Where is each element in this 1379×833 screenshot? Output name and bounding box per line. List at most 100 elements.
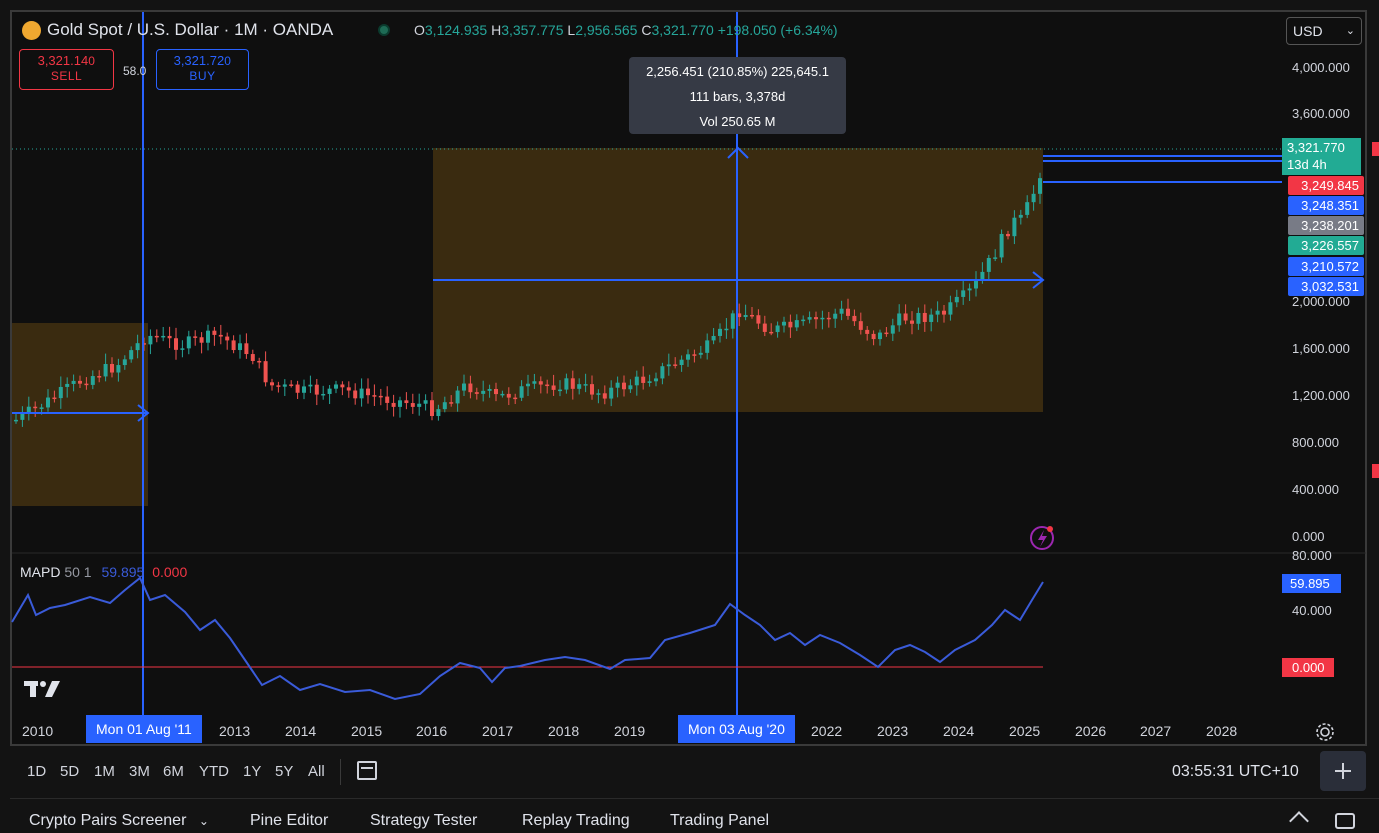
- candle-body: [385, 396, 390, 403]
- tab-pine-editor[interactable]: Pine Editor: [250, 812, 328, 830]
- candle-body: [340, 384, 345, 388]
- time-axis-label: 2025: [1009, 723, 1041, 739]
- range-button-3m[interactable]: 3M: [129, 763, 150, 780]
- candle-body: [97, 376, 102, 378]
- candle-body: [686, 354, 690, 360]
- measure-box-left[interactable]: [12, 323, 148, 506]
- candle-body: [212, 330, 217, 335]
- candle-body: [122, 359, 127, 366]
- time-axis-label: 2028: [1206, 723, 1238, 739]
- candle-body: [506, 393, 511, 398]
- candle-body: [270, 382, 274, 386]
- candle-body: [794, 320, 799, 328]
- range-button-5d[interactable]: 5D: [60, 763, 79, 780]
- range-button-1d[interactable]: 1D: [27, 763, 46, 780]
- candle-body: [929, 314, 934, 322]
- buy-label: BUY: [189, 69, 216, 83]
- crosshair-icon[interactable]: [1320, 751, 1366, 791]
- candle-body: [698, 352, 703, 355]
- sell-button[interactable]: 3,321.140 SELL: [19, 49, 114, 90]
- order-lines[interactable]: [1043, 155, 1282, 183]
- candle-body: [46, 397, 50, 408]
- candle-body: [468, 383, 473, 393]
- candle-body: [494, 388, 498, 395]
- candle-body: [999, 233, 1004, 258]
- candle-body: [673, 364, 678, 366]
- price-axis-label: 400.000: [1292, 482, 1339, 497]
- candle-body: [609, 387, 614, 399]
- alert-marker[interactable]: [1372, 464, 1379, 478]
- candle-body: [481, 390, 486, 394]
- mapd-zero-label: 0.000: [1282, 658, 1334, 677]
- alert-marker[interactable]: [1372, 142, 1379, 156]
- tab-replay-trading[interactable]: Replay Trading: [522, 812, 630, 830]
- tab-crypto-pairs-screener[interactable]: Crypto Pairs Screener ⌄: [29, 812, 209, 830]
- range-button-all[interactable]: All: [308, 763, 325, 780]
- candle-body: [743, 314, 748, 318]
- candle-body: [1025, 202, 1030, 215]
- candle-body: [116, 365, 121, 373]
- price-label-current: 3,321.770 13d 4h: [1282, 138, 1361, 175]
- currency-select[interactable]: USD ⌄: [1286, 17, 1362, 45]
- time-axis-label: 2019: [614, 723, 646, 739]
- candle-body: [193, 336, 198, 338]
- candle-body: [647, 381, 652, 383]
- candle-body: [449, 402, 454, 404]
- price-axis-label: 800.000: [1292, 435, 1339, 450]
- candle-body: [327, 388, 332, 394]
- range-button-5y[interactable]: 5Y: [275, 763, 293, 780]
- candle-body: [993, 257, 998, 259]
- range-button-ytd[interactable]: YTD: [199, 763, 229, 780]
- mapd-legend[interactable]: MAPD 50 1 59.895 0.000: [20, 564, 187, 580]
- gear-icon[interactable]: [1316, 723, 1334, 741]
- time-axis-label: 2010: [22, 723, 54, 739]
- candle-body: [1031, 193, 1036, 203]
- lightning-icon[interactable]: [1030, 526, 1054, 550]
- candle-body: [372, 395, 377, 397]
- candle-body: [641, 376, 646, 383]
- candle-body: [730, 313, 735, 329]
- range-button-6m[interactable]: 6M: [163, 763, 184, 780]
- calendar-range-icon[interactable]: [357, 761, 377, 780]
- mapd-price-label: 59.895: [1282, 574, 1341, 593]
- candle-body: [90, 376, 95, 385]
- candle-body: [78, 380, 82, 384]
- candle-body: [884, 332, 889, 335]
- tab-label: Crypto Pairs Screener: [29, 812, 187, 829]
- candle-body: [935, 310, 940, 315]
- tab-strategy-tester[interactable]: Strategy Tester: [370, 812, 477, 830]
- candle-body: [314, 384, 319, 395]
- range-button-1m[interactable]: 1M: [94, 763, 115, 780]
- candle-body: [423, 400, 428, 404]
- open-label: O: [414, 22, 425, 38]
- candle-body: [788, 321, 793, 328]
- time-axis-label: 2023: [877, 723, 909, 739]
- buy-button[interactable]: 3,321.720 BUY: [156, 49, 249, 90]
- candle-body: [154, 335, 159, 338]
- candle-body: [782, 321, 786, 326]
- time-badge-left: Mon 01 Aug '11: [86, 715, 202, 743]
- candle-body: [250, 354, 255, 361]
- candle-body: [65, 383, 70, 387]
- candle-body: [295, 384, 300, 393]
- symbol-title[interactable]: Gold Spot / U.S. Dollar · 1M · OANDA: [47, 20, 333, 40]
- candle-body: [167, 335, 172, 339]
- candle-body: [174, 338, 178, 350]
- candle-body: [590, 384, 594, 395]
- tab-trading-panel[interactable]: Trading Panel: [670, 812, 769, 830]
- candle-body: [135, 343, 140, 351]
- candle-body: [775, 325, 780, 333]
- candle-body: [58, 386, 63, 399]
- candle-body: [596, 393, 601, 395]
- maximize-icon[interactable]: [1335, 813, 1355, 829]
- mapd-series-line: [11, 576, 1044, 701]
- clock[interactable]: 03:55:31 UTC+10: [1172, 763, 1299, 781]
- range-button-1y[interactable]: 1Y: [243, 763, 261, 780]
- candle-body: [398, 400, 402, 407]
- price-label: 3,238.201: [1288, 216, 1364, 235]
- candle-body: [833, 313, 838, 319]
- currency-value: USD: [1293, 23, 1323, 39]
- candle-body: [948, 302, 953, 315]
- toolbar-divider: [340, 759, 341, 785]
- candle-body: [180, 348, 185, 350]
